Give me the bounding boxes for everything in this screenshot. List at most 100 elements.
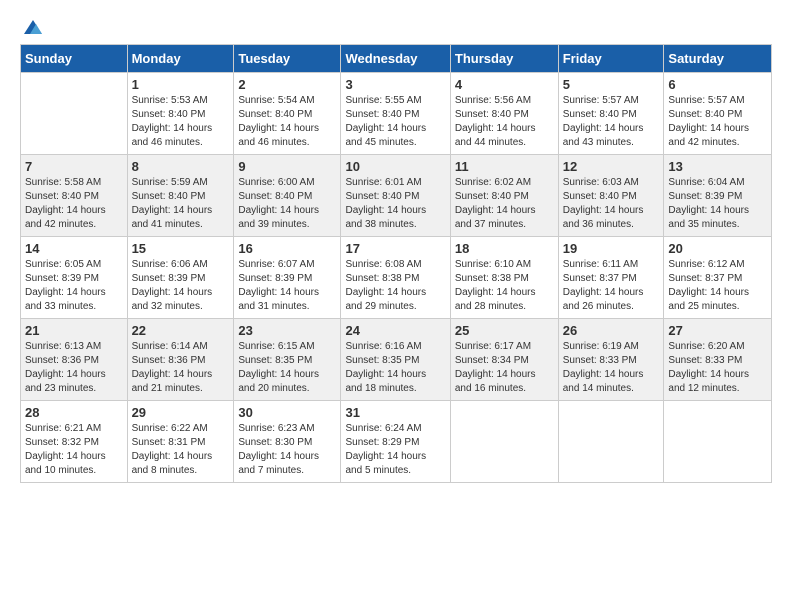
calendar-cell: 26 Sunrise: 6:19 AM Sunset: 8:33 PM Dayli… [558,319,664,401]
calendar-week-row: 21 Sunrise: 6:13 AM Sunset: 8:36 PM Dayli… [21,319,772,401]
calendar-cell: 16 Sunrise: 6:07 AM Sunset: 8:39 PM Dayli… [234,237,341,319]
calendar-cell: 23Sunrise: 6:15 AM Sunset: 8:35 PM Dayli… [234,319,341,401]
day-info: Sunrise: 6:03 AM Sunset: 8:40 PM Dayligh… [563,176,660,232]
day-number: 28 [25,405,123,420]
day-info: Sunrise: 5:57 AM Sunset: 8:40 PM Dayligh… [668,94,767,150]
day-info: Sunrise: 5:58 AM Sunset: 8:40 PM Dayligh… [25,176,123,232]
day-info: Sunrise: 6:04 AM Sunset: 8:39 PM Dayligh… [668,176,767,232]
calendar-cell: 6 Sunrise: 5:57 AM Sunset: 8:40 PM Daylig… [664,73,772,155]
calendar-cell: 5 Sunrise: 5:57 AM Sunset: 8:40 PM Daylig… [558,73,664,155]
calendar-cell: 29 Sunrise: 6:22 AM Sunset: 8:31 PM Dayli… [127,401,234,483]
day-info: Sunrise: 6:01 AM Sunset: 8:40 PM Dayligh… [345,176,445,232]
day-info: Sunrise: 6:23 AM Sunset: 8:30 PM Dayligh… [238,422,336,478]
column-header-friday: Friday [558,45,664,73]
day-number: 11 [455,159,554,174]
day-number: 25 [455,323,554,338]
day-number: 12 [563,159,660,174]
calendar-cell: 18 Sunrise: 6:10 AM Sunset: 8:38 PM Dayli… [450,237,558,319]
day-number: 14 [25,241,123,256]
calendar-cell: 27 Sunrise: 6:20 AM Sunset: 8:33 PM Dayli… [664,319,772,401]
day-info: Sunrise: 6:10 AM Sunset: 8:38 PM Dayligh… [455,258,554,314]
page-header [20,16,772,34]
day-info: Sunrise: 5:54 AM Sunset: 8:40 PM Dayligh… [238,94,336,150]
calendar-cell: 14 Sunrise: 6:05 AM Sunset: 8:39 PM Dayli… [21,237,128,319]
calendar-week-row: 7 Sunrise: 5:58 AM Sunset: 8:40 PM Daylig… [21,155,772,237]
day-number: 9 [238,159,336,174]
calendar-cell: 24Sunrise: 6:16 AM Sunset: 8:35 PM Dayli… [341,319,450,401]
logo [20,16,44,34]
calendar-cell: 30 Sunrise: 6:23 AM Sunset: 8:30 PM Dayli… [234,401,341,483]
column-header-monday: Monday [127,45,234,73]
day-info: Sunrise: 5:55 AM Sunset: 8:40 PM Dayligh… [345,94,445,150]
day-number: 7 [25,159,123,174]
day-number: 29 [132,405,230,420]
calendar-cell [664,401,772,483]
day-info: Sunrise: 6:05 AM Sunset: 8:39 PM Dayligh… [25,258,123,314]
day-number: 20 [668,241,767,256]
calendar-cell: 7 Sunrise: 5:58 AM Sunset: 8:40 PM Daylig… [21,155,128,237]
calendar-cell: 4 Sunrise: 5:56 AM Sunset: 8:40 PM Daylig… [450,73,558,155]
day-info: Sunrise: 5:57 AM Sunset: 8:40 PM Dayligh… [563,94,660,150]
day-number: 19 [563,241,660,256]
day-number: 26 [563,323,660,338]
day-info: Sunrise: 5:53 AM Sunset: 8:40 PM Dayligh… [132,94,230,150]
day-info: Sunrise: 6:21 AM Sunset: 8:32 PM Dayligh… [25,422,123,478]
day-info: Sunrise: 5:59 AM Sunset: 8:40 PM Dayligh… [132,176,230,232]
day-info: Sunrise: 6:07 AM Sunset: 8:39 PM Dayligh… [238,258,336,314]
column-header-tuesday: Tuesday [234,45,341,73]
day-info: Sunrise: 6:15 AM Sunset: 8:35 PM Dayligh… [238,340,336,396]
day-number: 17 [345,241,445,256]
day-number: 30 [238,405,336,420]
day-number: 22 [132,323,230,338]
calendar-cell: 9 Sunrise: 6:00 AM Sunset: 8:40 PM Daylig… [234,155,341,237]
day-info: Sunrise: 6:19 AM Sunset: 8:33 PM Dayligh… [563,340,660,396]
calendar-cell [558,401,664,483]
day-number: 6 [668,77,767,92]
calendar-cell: 17Sunrise: 6:08 AM Sunset: 8:38 PM Dayli… [341,237,450,319]
calendar-cell: 13 Sunrise: 6:04 AM Sunset: 8:39 PM Dayli… [664,155,772,237]
calendar-cell [450,401,558,483]
column-header-wednesday: Wednesday [341,45,450,73]
day-info: Sunrise: 6:02 AM Sunset: 8:40 PM Dayligh… [455,176,554,232]
day-info: Sunrise: 6:14 AM Sunset: 8:36 PM Dayligh… [132,340,230,396]
calendar-cell: 28 Sunrise: 6:21 AM Sunset: 8:32 PM Dayli… [21,401,128,483]
day-info: Sunrise: 5:56 AM Sunset: 8:40 PM Dayligh… [455,94,554,150]
day-number: 2 [238,77,336,92]
day-number: 21 [25,323,123,338]
day-number: 31 [345,405,445,420]
day-number: 1 [132,77,230,92]
day-number: 16 [238,241,336,256]
calendar-table: SundayMondayTuesdayWednesdayThursdayFrid… [20,44,772,483]
day-info: Sunrise: 6:24 AM Sunset: 8:29 PM Dayligh… [345,422,445,478]
day-number: 5 [563,77,660,92]
day-info: Sunrise: 6:16 AM Sunset: 8:35 PM Dayligh… [345,340,445,396]
column-header-saturday: Saturday [664,45,772,73]
calendar-cell: 2 Sunrise: 5:54 AM Sunset: 8:40 PM Daylig… [234,73,341,155]
day-number: 18 [455,241,554,256]
day-info: Sunrise: 6:11 AM Sunset: 8:37 PM Dayligh… [563,258,660,314]
calendar-cell: 22 Sunrise: 6:14 AM Sunset: 8:36 PM Dayli… [127,319,234,401]
day-info: Sunrise: 6:22 AM Sunset: 8:31 PM Dayligh… [132,422,230,478]
column-header-thursday: Thursday [450,45,558,73]
calendar-cell: 21 Sunrise: 6:13 AM Sunset: 8:36 PM Dayli… [21,319,128,401]
day-number: 3 [345,77,445,92]
day-number: 27 [668,323,767,338]
calendar-cell: 10Sunrise: 6:01 AM Sunset: 8:40 PM Dayli… [341,155,450,237]
day-number: 8 [132,159,230,174]
calendar-cell: 11 Sunrise: 6:02 AM Sunset: 8:40 PM Dayli… [450,155,558,237]
column-header-sunday: Sunday [21,45,128,73]
day-number: 13 [668,159,767,174]
calendar-cell: 15Sunrise: 6:06 AM Sunset: 8:39 PM Dayli… [127,237,234,319]
calendar-cell: 3 Sunrise: 5:55 AM Sunset: 8:40 PM Daylig… [341,73,450,155]
calendar-week-row: 28 Sunrise: 6:21 AM Sunset: 8:32 PM Dayli… [21,401,772,483]
calendar-cell: 8 Sunrise: 5:59 AM Sunset: 8:40 PM Daylig… [127,155,234,237]
calendar-cell: 31 Sunrise: 6:24 AM Sunset: 8:29 PM Dayli… [341,401,450,483]
day-info: Sunrise: 6:13 AM Sunset: 8:36 PM Dayligh… [25,340,123,396]
day-number: 4 [455,77,554,92]
calendar-header-row: SundayMondayTuesdayWednesdayThursdayFrid… [21,45,772,73]
calendar-cell: 25Sunrise: 6:17 AM Sunset: 8:34 PM Dayli… [450,319,558,401]
day-info: Sunrise: 6:20 AM Sunset: 8:33 PM Dayligh… [668,340,767,396]
day-info: Sunrise: 6:00 AM Sunset: 8:40 PM Dayligh… [238,176,336,232]
day-info: Sunrise: 6:12 AM Sunset: 8:37 PM Dayligh… [668,258,767,314]
calendar-week-row: 1 Sunrise: 5:53 AM Sunset: 8:40 PM Daylig… [21,73,772,155]
